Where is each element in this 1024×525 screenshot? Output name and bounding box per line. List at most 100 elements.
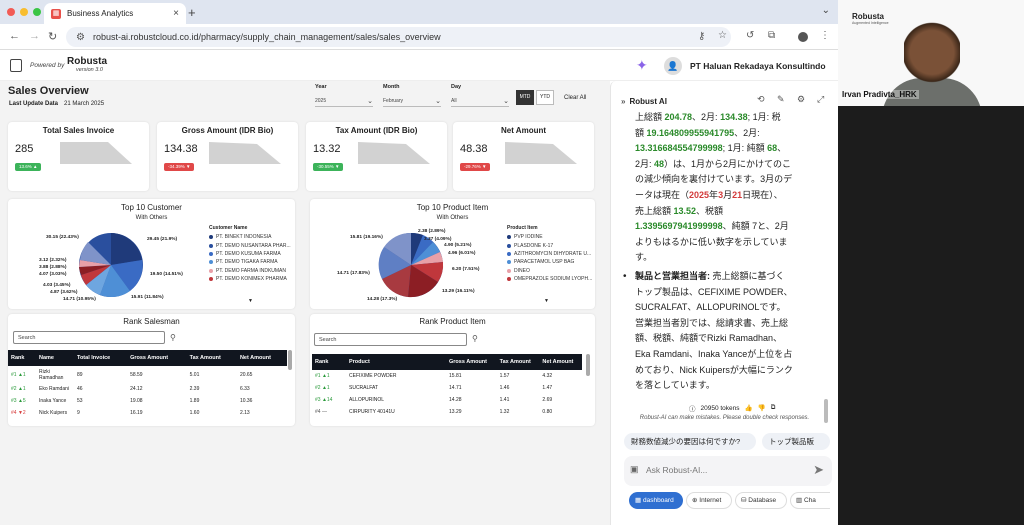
ai-sparkle-icon[interactable]: ✦ [636, 57, 648, 74]
legend-item[interactable]: PVP IODINE [507, 233, 592, 241]
ai-title: Robust AI [629, 97, 667, 106]
sidebar-toggle-icon[interactable] [10, 59, 22, 72]
panel-title: Rank Salesman [123, 317, 180, 326]
address-toolbar: ← → ↻ ⚙ robust-ai.robustcloud.co.id/phar… [0, 24, 838, 50]
mtd-toggle[interactable]: MTD [516, 90, 534, 105]
thumbs-up-icon[interactable]: 👍 [745, 404, 753, 412]
table-row[interactable]: #3 ▲14 ALLOPURINOL 14.28 1.41 2.69 [312, 394, 582, 406]
table-row[interactable]: #1 ▲1 Rizki Ramadhan 89 58.59 5.01 20.65 [8, 366, 287, 383]
image-upload-icon[interactable]: ▣ [630, 464, 639, 475]
col-product[interactable]: Product [346, 354, 446, 370]
legend-item[interactable]: AZITHROMYCIN DIHYDRATE U... [507, 250, 592, 258]
close-tab-icon[interactable]: × [173, 8, 179, 19]
year-select[interactable]: 2025 ⌄ [315, 95, 373, 107]
col-rank[interactable]: Rank [312, 354, 346, 370]
col-tax-amount[interactable]: Tax Amount [186, 350, 237, 366]
filter-icon[interactable]: ⚲ [472, 334, 478, 343]
legend-item[interactable]: DINEO [507, 267, 592, 275]
suggestion-chip[interactable]: トップ製品販 [762, 433, 830, 450]
new-chat-icon[interactable]: ✎ [777, 94, 785, 105]
legend-item[interactable]: OMEPRAZOLE SODIUM LYOPH... [507, 275, 592, 283]
kpi-card-tax-amount: Tax Amount (IDR Bio) 13.32 -30.55% ▼ [306, 122, 447, 191]
table-row[interactable]: #2 ▲1 Eko Ramdani 46 24.12 2.39 6.33 [8, 383, 287, 395]
table-row[interactable]: #1 ▲1 CEFIXIME POWDER 15.81 1.57 4.32 [312, 370, 582, 382]
url-text: robust-ai.robustcloud.co.id/pharmacy/sup… [92, 32, 441, 42]
legend-item[interactable]: PT. DEMO FARMA INDKUMAN [209, 267, 291, 275]
profile-icon[interactable] [798, 32, 808, 42]
col-gross-amount[interactable]: Gross Amount [446, 354, 497, 370]
suggestion-chip[interactable]: 財務数値減少の要因は何ですか? [624, 433, 756, 450]
address-bar[interactable]: ⚙ robust-ai.robustcloud.co.id/pharmacy/s… [66, 27, 731, 47]
site-info-icon[interactable]: ⚙ [76, 32, 85, 43]
collapse-panel-icon[interactable]: » [621, 97, 625, 106]
legend-item[interactable]: PT. DEMO NUSANTARA PHAR... [209, 241, 291, 249]
legend-more-icon[interactable]: ▼ [248, 298, 253, 304]
table-scrollbar[interactable] [288, 350, 292, 370]
col-tax-amount[interactable]: Tax Amount [496, 354, 540, 370]
tool-chart[interactable]: ▥ Cha [790, 492, 830, 509]
send-icon[interactable]: ➤ [813, 462, 824, 478]
legend-more-icon[interactable]: ▼ [544, 298, 549, 304]
legend-item[interactable]: PT. DEMO KONIMEX PHARMA [209, 275, 291, 283]
legend-item[interactable]: PT. DEMO KUSUMA FARMA [209, 250, 291, 258]
product-search-input[interactable]: Search [314, 333, 467, 346]
window-controls[interactable] [7, 8, 41, 16]
day-select[interactable]: All ⌄ [451, 95, 509, 107]
thumbs-down-icon[interactable]: 👎 [758, 404, 766, 412]
forward-icon[interactable]: → [29, 30, 40, 42]
pie-label: 6.20 (7.51%) [452, 267, 480, 272]
salesman-search-input[interactable]: Search [13, 331, 165, 344]
col-total-invoice[interactable]: Total Invoice [74, 350, 128, 366]
more-menu-icon[interactable]: ⋮ [820, 30, 830, 41]
table-scrollbar[interactable] [586, 354, 590, 376]
browser-tab[interactable]: ▦ Business Analytics × [44, 3, 186, 24]
minimize-window-dot[interactable] [20, 8, 28, 16]
back-icon[interactable]: ← [9, 30, 20, 42]
table-row[interactable]: #4 ▼2 Nick Kuipers 9 16.19 1.60 2.13 [8, 407, 287, 419]
kpi-badge: -29.76% ▼ [460, 163, 491, 171]
cell: 14.71 [449, 385, 462, 391]
clear-all-button[interactable]: Clear All [564, 95, 586, 101]
ai-chat-input[interactable]: ▣ Ask Robust-AI... ➤ [624, 456, 832, 486]
tool-internet[interactable]: ⊕ Internet [686, 492, 732, 509]
copy-icon[interactable]: ⧉ [771, 404, 776, 412]
extensions-icon[interactable]: ⧉ [768, 30, 775, 41]
pie-label: 19.50 (14.51%) [150, 272, 183, 277]
history-icon[interactable]: ⟲ [757, 94, 765, 105]
legend-item[interactable]: PT. BINEKT INDONESIA [209, 233, 291, 241]
legend-item[interactable]: PARACETAMOL USP BAG [507, 258, 592, 266]
table-row[interactable]: #2 ▲1 SUCRALFAT 14.71 1.46 1.47 [312, 382, 582, 394]
cell: 46 [77, 386, 83, 392]
month-select[interactable]: February ⌄ [383, 95, 441, 107]
col-net-amount[interactable]: Net Amount [539, 354, 582, 370]
col-net-amount[interactable]: Net Amount [236, 350, 287, 366]
expand-icon[interactable]: ⤢ [817, 94, 824, 105]
salesman-name: Rizki Ramadhan [39, 368, 64, 381]
table-row[interactable]: #4 — CIRPURITY 40141U 13.29 1.32 0.80 [312, 406, 582, 418]
legend-label: PT. DEMO TIGAKA FARMA [216, 259, 278, 266]
bookmark-star-icon[interactable]: ☆ [718, 30, 727, 41]
col-name[interactable]: Name [36, 350, 74, 366]
customer-pie-chart[interactable] [78, 232, 144, 298]
maximize-window-dot[interactable] [33, 8, 41, 16]
key-icon[interactable]: ⚷ [698, 31, 705, 42]
tab-menu-chevron-icon[interactable]: ⌄ [822, 5, 830, 16]
settings-icon[interactable]: ⚙ [797, 94, 805, 105]
reload-icon[interactable]: ↻ [48, 30, 57, 43]
col-gross-amount[interactable]: Gross Amount [127, 350, 187, 366]
ytd-toggle[interactable]: YTD [536, 90, 554, 105]
table-row[interactable]: #3 ▲5 Inaka Yance 53 19.08 1.89 10.36 [8, 395, 287, 407]
close-window-dot[interactable] [7, 8, 15, 16]
product-name: CIRPURITY 40141U [349, 409, 395, 415]
legend-item[interactable]: PLASDONE K-17 [507, 241, 592, 249]
filter-icon[interactable]: ⚲ [170, 333, 176, 342]
tool-label: Internet [699, 497, 722, 504]
new-tab-icon[interactable]: + [188, 5, 196, 20]
legend-item[interactable]: PT. DEMO TIGAKA FARMA [209, 258, 291, 266]
tool-dashboard[interactable]: ▦ dashboard [629, 492, 683, 509]
refresh-extension-icon[interactable]: ↺ [746, 30, 754, 41]
col-rank[interactable]: Rank [8, 350, 36, 366]
tool-database[interactable]: ⛁ Database [735, 492, 787, 509]
cell: 15.81 [449, 373, 462, 379]
user-avatar[interactable]: 👤 [664, 57, 682, 75]
